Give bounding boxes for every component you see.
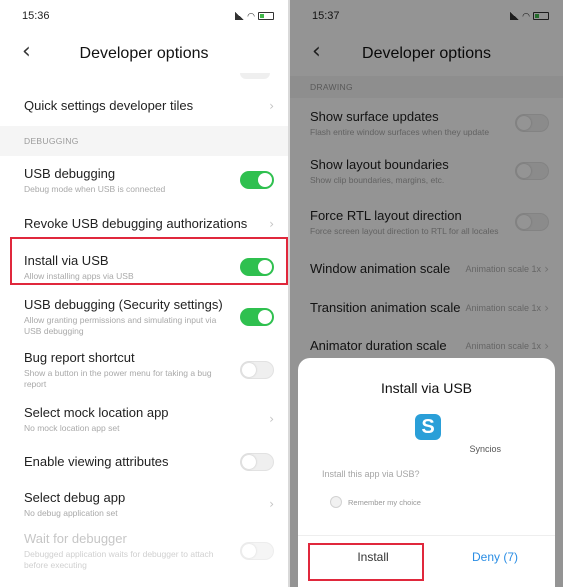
highlight-install-button bbox=[308, 543, 424, 581]
status-bar: 15:36 ◠ bbox=[0, 0, 288, 32]
row-title: USB debugging (Security settings) bbox=[24, 297, 223, 312]
row-title: Revoke USB debugging authorizations bbox=[24, 216, 248, 231]
row-title: Select debug app bbox=[24, 489, 126, 505]
dialog-title: Install via USB bbox=[380, 380, 473, 396]
chevron-right-icon: › bbox=[269, 99, 274, 113]
app-bar: ‹ Developer options bbox=[0, 32, 288, 76]
highlight-install-via-usb bbox=[10, 237, 288, 285]
chevron-right-icon: › bbox=[269, 217, 274, 231]
row-title: Quick settings developer tiles bbox=[24, 98, 194, 113]
row-subtitle: Show a button in the power menu for taki… bbox=[24, 368, 212, 389]
row-wait-for-debugger: Wait for debugger Debugged application w… bbox=[0, 526, 288, 576]
row-subtitle: No mock location app set bbox=[24, 422, 120, 433]
battery-icon bbox=[258, 12, 274, 20]
wifi-icon: ◠ bbox=[247, 10, 255, 21]
syncios-app-icon: S bbox=[415, 414, 441, 440]
row-subtitle: Debugged application waits for debugger … bbox=[24, 549, 214, 570]
row-subtitle: No debug application set bbox=[24, 507, 118, 518]
settings-list: Quick settings developer tiles › DEBUGGI… bbox=[0, 73, 288, 576]
partial-toggle bbox=[240, 73, 270, 79]
row-usb-debugging-security[interactable]: USB debugging (Security settings) Allow … bbox=[0, 290, 288, 344]
remember-choice-option[interactable]: Remember my choice bbox=[330, 496, 421, 508]
row-title: Select mock location app bbox=[24, 404, 169, 420]
row-select-debug-app[interactable]: Select debug app No debug application se… bbox=[0, 482, 288, 526]
row-title: Bug report shortcut bbox=[24, 350, 135, 365]
row-title: Wait for debugger bbox=[24, 531, 127, 546]
row-mock-location-app[interactable]: Select mock location app No mock locatio… bbox=[0, 396, 288, 442]
row-enable-viewing-attributes[interactable]: Enable viewing attributes bbox=[0, 442, 288, 482]
signal-icon bbox=[235, 12, 245, 20]
bug-report-shortcut-toggle[interactable] bbox=[240, 361, 274, 379]
status-time: 15:36 bbox=[22, 10, 50, 22]
row-subtitle: Allow granting permissions and simulatin… bbox=[24, 315, 217, 336]
scrolled-toggle-fragment bbox=[0, 73, 288, 86]
page-title: Developer options bbox=[79, 45, 209, 62]
chevron-right-icon: › bbox=[269, 497, 274, 511]
row-subtitle: Debug mode when USB is connected bbox=[24, 183, 166, 194]
back-arrow-icon[interactable]: ‹ bbox=[22, 40, 31, 64]
status-icons: ◠ bbox=[235, 11, 274, 22]
row-title: USB debugging bbox=[24, 165, 116, 181]
usb-debugging-toggle[interactable] bbox=[240, 171, 274, 189]
right-phone-screen: 15:37 ◠ ‹ Developer options DRAWING Show… bbox=[290, 0, 563, 587]
left-phone-screen: 15:36 ◠ ‹ Developer options Quick settin… bbox=[0, 0, 288, 587]
remember-radio[interactable] bbox=[330, 496, 342, 508]
app-name: Syncios bbox=[469, 444, 501, 454]
viewing-attributes-toggle[interactable] bbox=[240, 453, 274, 471]
deny-button[interactable]: Deny (7) bbox=[450, 550, 540, 564]
row-quick-settings-tiles[interactable]: Quick settings developer tiles › bbox=[0, 86, 288, 126]
wait-for-debugger-toggle bbox=[240, 542, 274, 560]
usb-debugging-security-toggle[interactable] bbox=[240, 308, 274, 326]
section-header-debugging: DEBUGGING bbox=[0, 126, 288, 156]
row-bug-report-shortcut[interactable]: Bug report shortcut Show a button in the… bbox=[0, 344, 288, 396]
dialog-question: Install this app via USB? bbox=[322, 469, 420, 479]
chevron-right-icon: › bbox=[269, 412, 274, 426]
remember-label: Remember my choice bbox=[348, 497, 421, 507]
row-title: Enable viewing attributes bbox=[24, 454, 169, 469]
row-usb-debugging[interactable]: USB debugging Debug mode when USB is con… bbox=[0, 156, 288, 204]
